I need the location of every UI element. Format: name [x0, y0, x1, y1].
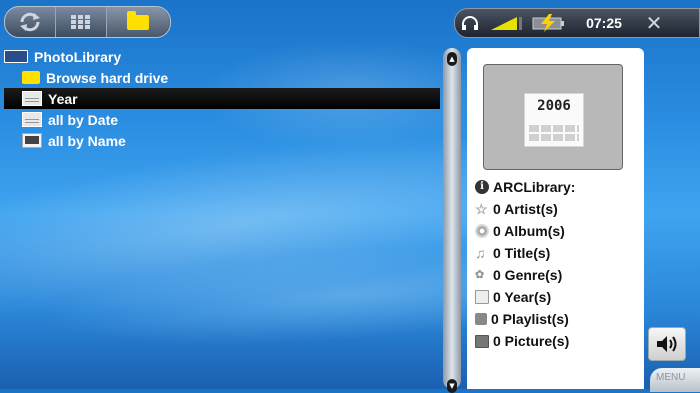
artist-star-icon: ☆ [475, 201, 488, 217]
library-title: i ARCLibrary: [475, 176, 640, 198]
close-button[interactable]: ✕ [637, 11, 671, 35]
stat-genres: ✿ 0 Genre(s) [475, 264, 640, 286]
stat-artists: ☆ 0 Artist(s) [475, 198, 640, 220]
stat-label: 0 Genre(s) [493, 267, 563, 283]
genre-icon: ✿ [475, 269, 485, 281]
sync-icon [20, 12, 40, 32]
speaker-icon [657, 336, 677, 352]
folder-icon [127, 10, 149, 30]
preview-thumbnail: 2006 [483, 64, 623, 170]
stat-label: 0 Picture(s) [493, 333, 570, 349]
library-title-label: ARCLibrary: [493, 179, 576, 195]
volume-button[interactable] [648, 327, 686, 361]
grid-view-button[interactable] [55, 7, 106, 37]
calendar-grid [529, 125, 579, 141]
album-cd-icon [475, 224, 489, 238]
stat-years: 0 Year(s) [475, 286, 640, 308]
battery-charging-icon [527, 14, 571, 32]
stat-label: 0 Title(s) [493, 245, 551, 261]
stat-label: 0 Year(s) [493, 289, 552, 305]
tree-root-label: PhotoLibrary [34, 48, 122, 65]
thumbnail-year: 2006 [537, 98, 571, 114]
list-item-all-by-name[interactable]: all by Name [4, 130, 440, 151]
picture-icon [475, 334, 489, 348]
info-panel: 2006 i ARCLibrary: ☆ 0 Artist(s) 0 Album… [467, 48, 644, 389]
vertical-scrollbar[interactable]: ▲ ▼ [443, 48, 461, 393]
list-item-all-by-date[interactable]: all by Date [4, 109, 440, 130]
tree-root[interactable]: PhotoLibrary [4, 46, 440, 67]
calendar-year-icon: 2006 [524, 93, 584, 147]
picture-icon [22, 133, 42, 148]
menu-button[interactable]: MENU [650, 368, 700, 392]
library-tree: PhotoLibrary Browse hard drive Year all … [4, 46, 440, 151]
stat-albums: 0 Album(s) [475, 220, 640, 242]
list-item-label: all by Date [48, 111, 119, 128]
stat-pictures: 0 Picture(s) [475, 330, 640, 352]
playlist-icon [475, 313, 487, 325]
stat-titles: ♫ 0 Title(s) [475, 242, 640, 264]
stat-label: 0 Artist(s) [493, 201, 558, 217]
clock: 07:25 [586, 15, 622, 31]
grid-icon [71, 15, 90, 29]
list-item-label: Year [48, 90, 78, 107]
top-toolbar [4, 6, 171, 38]
library-stats: i ARCLibrary: ☆ 0 Artist(s) 0 Album(s) ♫… [475, 176, 640, 352]
stat-playlists: 0 Playlist(s) [475, 308, 640, 330]
stat-label: 0 Playlist(s) [491, 311, 569, 327]
scroll-up-button[interactable]: ▲ [447, 52, 457, 66]
title-note-icon: ♫ [475, 245, 486, 261]
year-icon [475, 290, 489, 304]
list-item-label: Browse hard drive [46, 69, 169, 86]
stat-label: 0 Album(s) [493, 223, 565, 239]
calendar-year-icon [22, 112, 42, 127]
list-item-year[interactable]: Year [4, 88, 440, 109]
status-bar: 07:25 ✕ [454, 8, 700, 38]
folder-view-button[interactable] [106, 7, 169, 37]
list-item-browse-hard-drive[interactable]: Browse hard drive [4, 67, 440, 88]
sync-button[interactable] [5, 7, 55, 37]
list-item-label: all by Name [48, 132, 126, 149]
folder-icon [22, 71, 40, 84]
calendar-year-icon [22, 91, 42, 106]
info-icon: i [475, 180, 489, 194]
scroll-down-button[interactable]: ▼ [447, 379, 457, 393]
library-icon [4, 50, 28, 63]
signal-strength-icon [485, 15, 527, 31]
headphones-icon [455, 15, 485, 31]
